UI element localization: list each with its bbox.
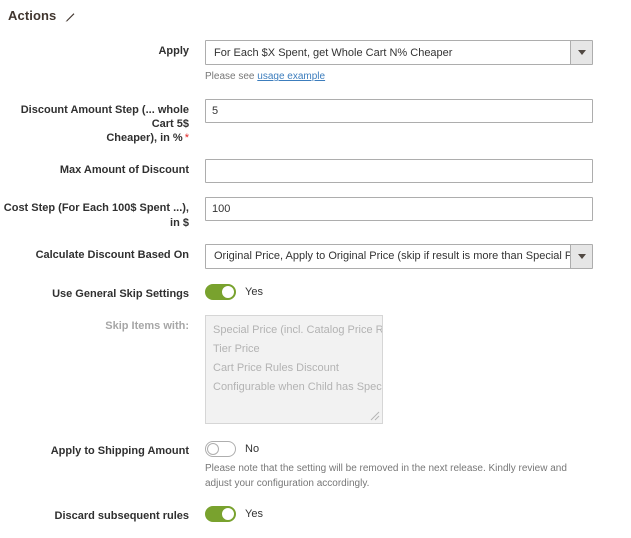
control-calculate-discount-based-on: Original Price, Apply to Original Price …	[197, 243, 631, 269]
field-row-discount-amount-step: Discount Amount Step (... whole Cart 5$ …	[0, 98, 631, 146]
field-row-max-amount-of-discount: Max Amount of Discount	[0, 159, 631, 184]
calculate-discount-based-on-value: Original Price, Apply to Original Price …	[214, 250, 570, 263]
skip-items-with-multiselect: Special Price (incl. Catalog Price Rules…	[205, 315, 383, 425]
max-amount-of-discount-input[interactable]	[205, 159, 593, 184]
chevron-down-icon[interactable]	[570, 244, 592, 268]
section-header: Actions	[8, 8, 77, 23]
apply-to-shipping-amount-toggle-row: No	[205, 440, 631, 458]
usage-example-link[interactable]: usage example	[257, 71, 325, 82]
label-apply: Apply	[158, 45, 189, 57]
label-line-2: Cheaper), in %	[106, 132, 183, 145]
apply-note: Please see usage example	[205, 70, 580, 85]
label-line-1: Discount Amount Step (... whole Cart 5$	[20, 103, 189, 130]
list-item: Tier Price	[213, 343, 260, 356]
field-row-apply: Apply For Each $X Spent, get Whole Cart …	[0, 40, 631, 85]
control-use-general-skip-settings: Yes	[197, 283, 631, 300]
use-general-skip-settings-toggle-row: Yes	[205, 283, 631, 300]
apply-to-shipping-amount-state: No	[245, 443, 260, 456]
discount-amount-step-input[interactable]	[205, 98, 593, 123]
apply-select[interactable]: For Each $X Spent, get Whole Cart N% Che…	[205, 40, 593, 65]
control-max-amount-of-discount	[197, 159, 631, 184]
use-general-skip-settings-toggle[interactable]	[205, 283, 236, 300]
field-row-apply-to-shipping-amount: Apply to Shipping Amount No Please note …	[0, 440, 631, 491]
caret-glyph	[577, 253, 586, 259]
page-title: Actions	[8, 8, 57, 23]
field-row-cost-step: Cost Step (For Each 100$ Spent ...), in …	[0, 197, 631, 230]
list-item: Special Price (incl. Catalog Price Rules…	[213, 324, 383, 337]
control-skip-items-with: Special Price (incl. Catalog Price Rules…	[197, 315, 631, 425]
control-discount-amount-step	[197, 98, 631, 123]
control-apply-to-shipping-amount: No Please note that the setting will be …	[197, 440, 631, 491]
caret-glyph	[577, 50, 586, 55]
label-discard-subsequent-rules: Discard subsequent rules	[54, 510, 190, 523]
control-cost-step	[197, 197, 631, 222]
label-discount-amount-step: Discount Amount Step (... whole Cart 5$ …	[0, 99, 197, 146]
label-apply-to-shipping-amount: Apply to Shipping Amount	[50, 445, 189, 458]
discard-subsequent-rules-toggle[interactable]	[205, 506, 236, 523]
pencil-icon[interactable]	[64, 10, 77, 23]
calculate-discount-based-on-select[interactable]: Original Price, Apply to Original Price …	[205, 243, 593, 269]
apply-select-value: For Each $X Spent, get Whole Cart N% Che…	[214, 46, 453, 59]
label-line-2-wrap: Cheaper), in % *	[0, 131, 189, 145]
resize-handle-icon[interactable]	[370, 411, 380, 421]
label-max-amount-of-discount: Max Amount of Discount	[59, 164, 189, 177]
apply-to-shipping-amount-toggle[interactable]	[205, 441, 236, 458]
control-apply: For Each $X Spent, get Whole Cart N% Che…	[197, 40, 631, 85]
field-row-skip-items-with: Skip Items with: Special Price (incl. Ca…	[0, 315, 631, 425]
field-row-discard-subsequent-rules: Discard subsequent rules Yes	[0, 505, 631, 523]
label-use-general-skip-settings: Use General Skip Settings	[52, 287, 189, 300]
list-item: Cart Price Rules Discount	[213, 362, 339, 375]
list-item: Configurable when Child has Special Pric…	[213, 381, 382, 394]
chevron-down-icon[interactable]	[570, 41, 592, 64]
apply-to-shipping-amount-note: Please note that the setting will be rem…	[205, 463, 567, 489]
use-general-skip-settings-state: Yes	[245, 285, 263, 298]
label-skip-items-with: Skip Items with:	[105, 320, 189, 333]
control-discard-subsequent-rules: Yes	[197, 505, 631, 523]
actions-form: Apply For Each $X Spent, get Whole Cart …	[0, 40, 631, 538]
toggle-knob	[222, 508, 234, 521]
label-cost-step: Cost Step (For Each 100$ Spent ...), in …	[3, 202, 189, 229]
field-row-calculate-discount-based-on: Calculate Discount Based On Original Pri…	[0, 243, 631, 269]
label-calculate-discount-based-on: Calculate Discount Based On	[35, 248, 189, 261]
field-row-use-general-skip-settings: Use General Skip Settings Yes	[0, 283, 631, 301]
discard-subsequent-rules-toggle-row: Yes	[205, 505, 631, 523]
cost-step-input[interactable]	[205, 197, 593, 222]
discard-subsequent-rules-state: Yes	[245, 508, 263, 521]
toggle-knob	[222, 285, 234, 298]
toggle-knob	[207, 443, 219, 456]
required-asterisk: *	[184, 132, 189, 145]
apply-note-prefix: Please see	[205, 71, 258, 82]
